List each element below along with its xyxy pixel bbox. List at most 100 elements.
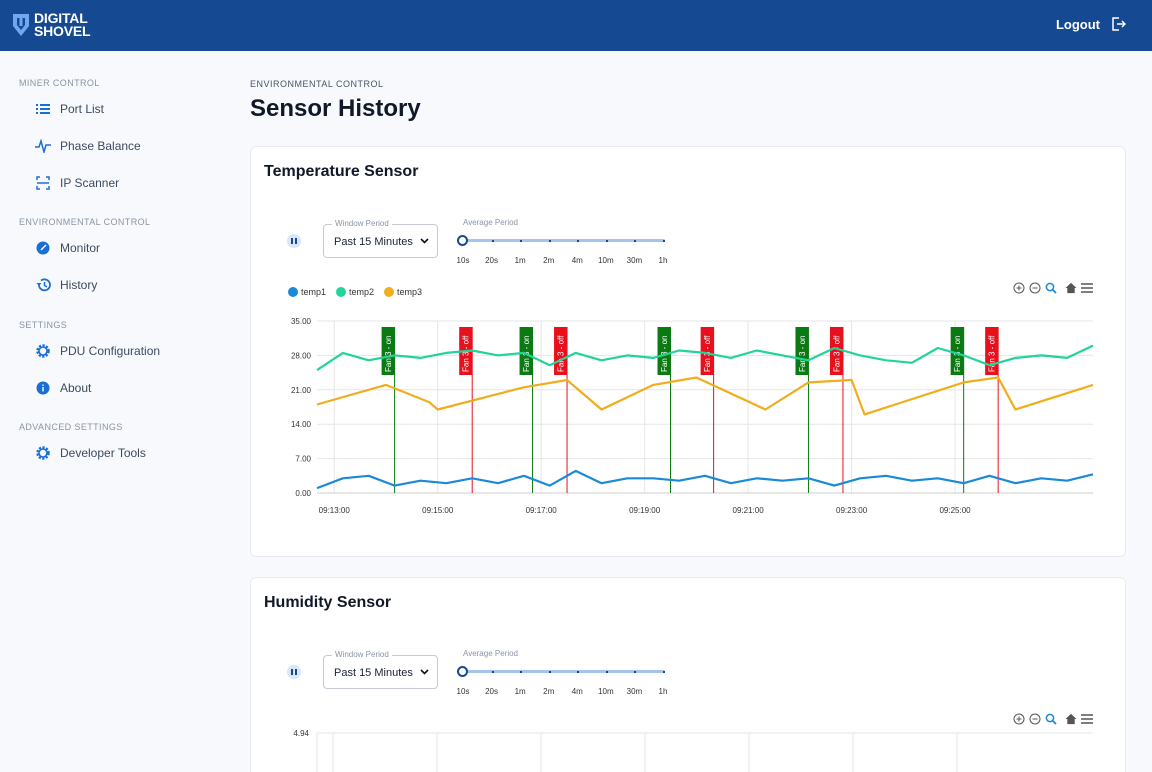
slider-tick-label[interactable]: 10m xyxy=(598,256,614,265)
sidebar-item-label: IP Scanner xyxy=(60,176,120,190)
annotation-label: Fan 3 - off xyxy=(832,335,841,372)
slider-tick-label[interactable]: 2m xyxy=(543,256,554,265)
slider-tick-label[interactable]: 4m xyxy=(572,256,583,265)
page-eyebrow: ENVIRONMENTAL CONTROL xyxy=(250,79,384,89)
brand-line2: SHOVEL xyxy=(34,23,91,39)
sidebar-item-about[interactable]: About xyxy=(35,378,91,398)
legend-item-temp1[interactable]: temp1 xyxy=(288,287,326,297)
zoom-select-icon[interactable] xyxy=(1045,282,1057,294)
shovel-logo-icon xyxy=(13,14,29,36)
sidebar-section-advanced-settings: ADVANCED SETTINGS xyxy=(19,422,123,432)
slider-tick-label[interactable]: 10s xyxy=(457,687,470,696)
window-period-select[interactable]: Window Period Past 15 Minutes xyxy=(323,219,438,258)
slider-tick-label[interactable]: 1h xyxy=(659,687,668,696)
logout-button[interactable]: Logout xyxy=(1056,16,1126,32)
sidebar: MINER CONTROL Port List Phase Balance IP… xyxy=(0,51,224,772)
slider-step-dot xyxy=(577,239,580,242)
legend-label: temp2 xyxy=(349,287,375,297)
chevron-down-icon xyxy=(420,669,429,675)
sidebar-item-port-list[interactable]: Port List xyxy=(35,99,104,119)
sidebar-item-label: History xyxy=(60,278,98,292)
slider-tick-label[interactable]: 30m xyxy=(627,687,643,696)
window-period-select[interactable]: Window Period Past 15 Minutes xyxy=(323,650,438,689)
sidebar-item-developer-tools[interactable]: Developer Tools xyxy=(35,443,146,463)
slider-tick-label[interactable]: 20s xyxy=(485,687,498,696)
chevron-down-icon xyxy=(420,238,429,244)
sidebar-item-monitor[interactable]: Monitor xyxy=(35,238,100,258)
brand-logo[interactable]: DIGITAL SHOVEL xyxy=(12,11,91,39)
zoom-out-icon[interactable] xyxy=(1029,713,1041,725)
sidebar-item-label: Monitor xyxy=(60,241,101,255)
window-period-value: Past 15 Minutes xyxy=(334,667,413,679)
legend-item-temp3[interactable]: temp3 xyxy=(384,287,422,297)
zoom-select-icon[interactable] xyxy=(1045,713,1057,725)
x-tick-label: 09:17:00 xyxy=(526,506,558,515)
page-title: Sensor History xyxy=(250,95,421,122)
y-tick-label: 28.00 xyxy=(291,351,312,360)
humidity-sensor-card: Humidity Sensor Window Period Past 15 Mi… xyxy=(250,577,1126,772)
menu-icon[interactable] xyxy=(1081,282,1093,294)
humidity-chart[interactable]: 4.94 xyxy=(251,728,1127,772)
annotation-label: Fan 3 - on xyxy=(384,336,393,372)
sidebar-item-phase-balance[interactable]: Phase Balance xyxy=(35,136,141,156)
slider-step-dot xyxy=(663,239,665,242)
x-tick-label: 09:21:00 xyxy=(733,506,765,515)
sidebar-item-label: PDU Configuration xyxy=(60,344,161,358)
slider-tick-label[interactable]: 30m xyxy=(627,256,643,265)
slider-step-dot xyxy=(491,670,494,673)
slider-step-dot xyxy=(548,239,551,242)
sidebar-item-history[interactable]: History xyxy=(35,275,97,295)
scan-icon xyxy=(35,175,51,191)
slider-tick-label[interactable]: 10m xyxy=(598,687,614,696)
slider-tick-label[interactable]: 10s xyxy=(457,256,470,265)
pause-button[interactable] xyxy=(287,234,301,248)
x-tick-label: 09:19:00 xyxy=(629,506,661,515)
slider-tick-label[interactable]: 20s xyxy=(485,256,498,265)
sidebar-item-ip-scanner[interactable]: IP Scanner xyxy=(35,173,119,193)
sidebar-item-pdu-configuration[interactable]: PDU Configuration xyxy=(35,341,160,361)
history-icon xyxy=(35,277,51,293)
y-tick-label: 7.00 xyxy=(295,455,311,464)
slider-thumb[interactable] xyxy=(457,235,468,246)
legend-swatch xyxy=(288,287,298,297)
average-period-slider[interactable] xyxy=(457,235,665,246)
home-icon[interactable] xyxy=(1065,713,1077,725)
x-tick-label: 09:15:00 xyxy=(422,506,454,515)
slider-step-dot xyxy=(634,670,637,673)
legend-swatch xyxy=(336,287,347,297)
legend-item-temp2[interactable]: temp2 xyxy=(336,287,374,297)
slider-tick-label[interactable]: 4m xyxy=(572,687,583,696)
gauge-icon xyxy=(35,240,51,256)
slider-step-dot xyxy=(577,670,580,673)
slider-thumb[interactable] xyxy=(457,666,468,677)
home-icon[interactable] xyxy=(1065,282,1077,294)
main-content: ENVIRONMENTAL CONTROL Sensor History Tem… xyxy=(224,51,1152,772)
window-period-label: Window Period xyxy=(332,219,392,228)
chart-legend: temp1 temp2 temp3 xyxy=(288,287,422,297)
slider-step-dot xyxy=(634,239,637,242)
gear-icon xyxy=(35,445,51,461)
slider-step-dot xyxy=(663,670,665,673)
slider-tick-label[interactable]: 1h xyxy=(659,256,668,265)
sidebar-item-label: Phase Balance xyxy=(60,139,141,153)
y-tick-label: 21.00 xyxy=(291,386,312,395)
average-period-slider[interactable] xyxy=(457,666,665,677)
menu-icon[interactable] xyxy=(1081,713,1093,725)
slider-tick-label[interactable]: 2m xyxy=(543,687,554,696)
slider-tick-label[interactable]: 1m xyxy=(515,687,526,696)
zoom-in-icon[interactable] xyxy=(1013,713,1025,725)
info-icon xyxy=(35,380,51,396)
sidebar-section-environmental-control: ENVIRONMENTAL CONTROL xyxy=(19,217,151,227)
pause-icon xyxy=(291,238,293,244)
series-line-temp3 xyxy=(316,376,1094,416)
card-title: Humidity Sensor xyxy=(264,594,392,611)
zoom-out-icon[interactable] xyxy=(1029,282,1041,294)
chart-toolbar xyxy=(1013,713,1093,725)
temperature-chart[interactable]: 0.00 7.00 14.00 21.00 28.00 35.00 09:13:00 09:1… xyxy=(251,307,1127,522)
annotation-label: Fan 3 - off xyxy=(462,335,471,372)
window-period-label: Window Period xyxy=(332,650,392,659)
slider-tick-label[interactable]: 1m xyxy=(515,256,526,265)
slider-step-dot xyxy=(605,239,608,242)
pause-button[interactable] xyxy=(287,665,301,679)
zoom-in-icon[interactable] xyxy=(1013,282,1025,294)
